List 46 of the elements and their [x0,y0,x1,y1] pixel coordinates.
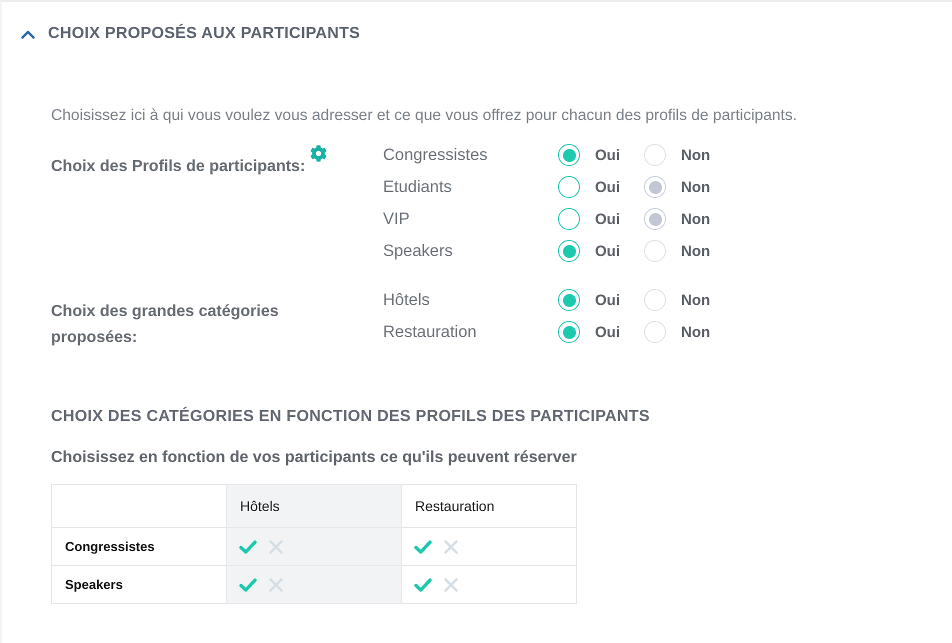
column-header: Hôtels [226,484,402,528]
radio-button[interactable] [558,208,580,230]
radio-button[interactable] [644,176,666,198]
group-label: Choix des grandes catégories proposées: [51,302,280,348]
check-icon[interactable] [239,540,257,554]
option-name: VIP [383,210,411,228]
radio-label[interactable]: Non [681,178,730,196]
radio-button[interactable] [644,208,666,230]
radio-label[interactable]: Oui [595,324,644,340]
option-name: Speakers [383,242,454,260]
row-header: Congressistes [52,528,226,566]
radio-label[interactable]: Oui [595,292,644,308]
cross-icon[interactable] [269,540,283,554]
radio-button[interactable] [558,176,580,198]
radio-label[interactable]: Oui [595,178,644,196]
radio-label[interactable]: Oui [595,146,644,164]
row-header: Speakers [52,566,226,604]
chevron-icon[interactable] [21,30,35,38]
check-icon[interactable] [239,578,257,592]
radio-button[interactable] [558,240,580,262]
radio-label[interactable]: Non [681,210,730,228]
option-name: Etudiants [383,178,453,196]
option-name: Restauration [383,322,478,342]
radio-label[interactable]: Non [681,292,730,308]
cross-icon[interactable] [269,578,283,592]
radio-label[interactable]: Non [681,324,730,340]
radio-label[interactable]: Non [681,146,730,164]
radio-label[interactable]: Oui [595,242,644,260]
column-header: Restauration [402,484,576,528]
section-heading: CHOIX DES CATÉGORIES EN FONCTION DES PROFILS DES PARTICIPANTS [51,407,651,427]
settings-icon[interactable] [310,145,328,162]
intro-text: Choisissez ici à qui vous voulez vous adresser et ce que vous offrez pour chacun des profils de participants. [51,106,798,126]
option-name: Congressistes [383,146,489,164]
section-title[interactable]: CHOIX PROPOSÉS AUX PARTICIPANTS [48,25,360,43]
radio-button[interactable] [558,321,580,343]
group-label: Choix des Profils de participants: [51,157,306,177]
check-icon[interactable] [414,578,432,592]
radio-button[interactable] [558,144,580,166]
cross-icon[interactable] [444,540,458,554]
cross-icon[interactable] [444,578,458,592]
option-name: Hôtels [383,290,431,310]
radio-label[interactable]: Non [681,242,730,260]
check-icon[interactable] [414,540,432,554]
radio-button[interactable] [558,289,580,311]
section-subtitle: Choisissez en fonction de vos participants ce qu'ils peuvent réserver [51,448,578,468]
radio-label[interactable]: Oui [595,210,644,228]
